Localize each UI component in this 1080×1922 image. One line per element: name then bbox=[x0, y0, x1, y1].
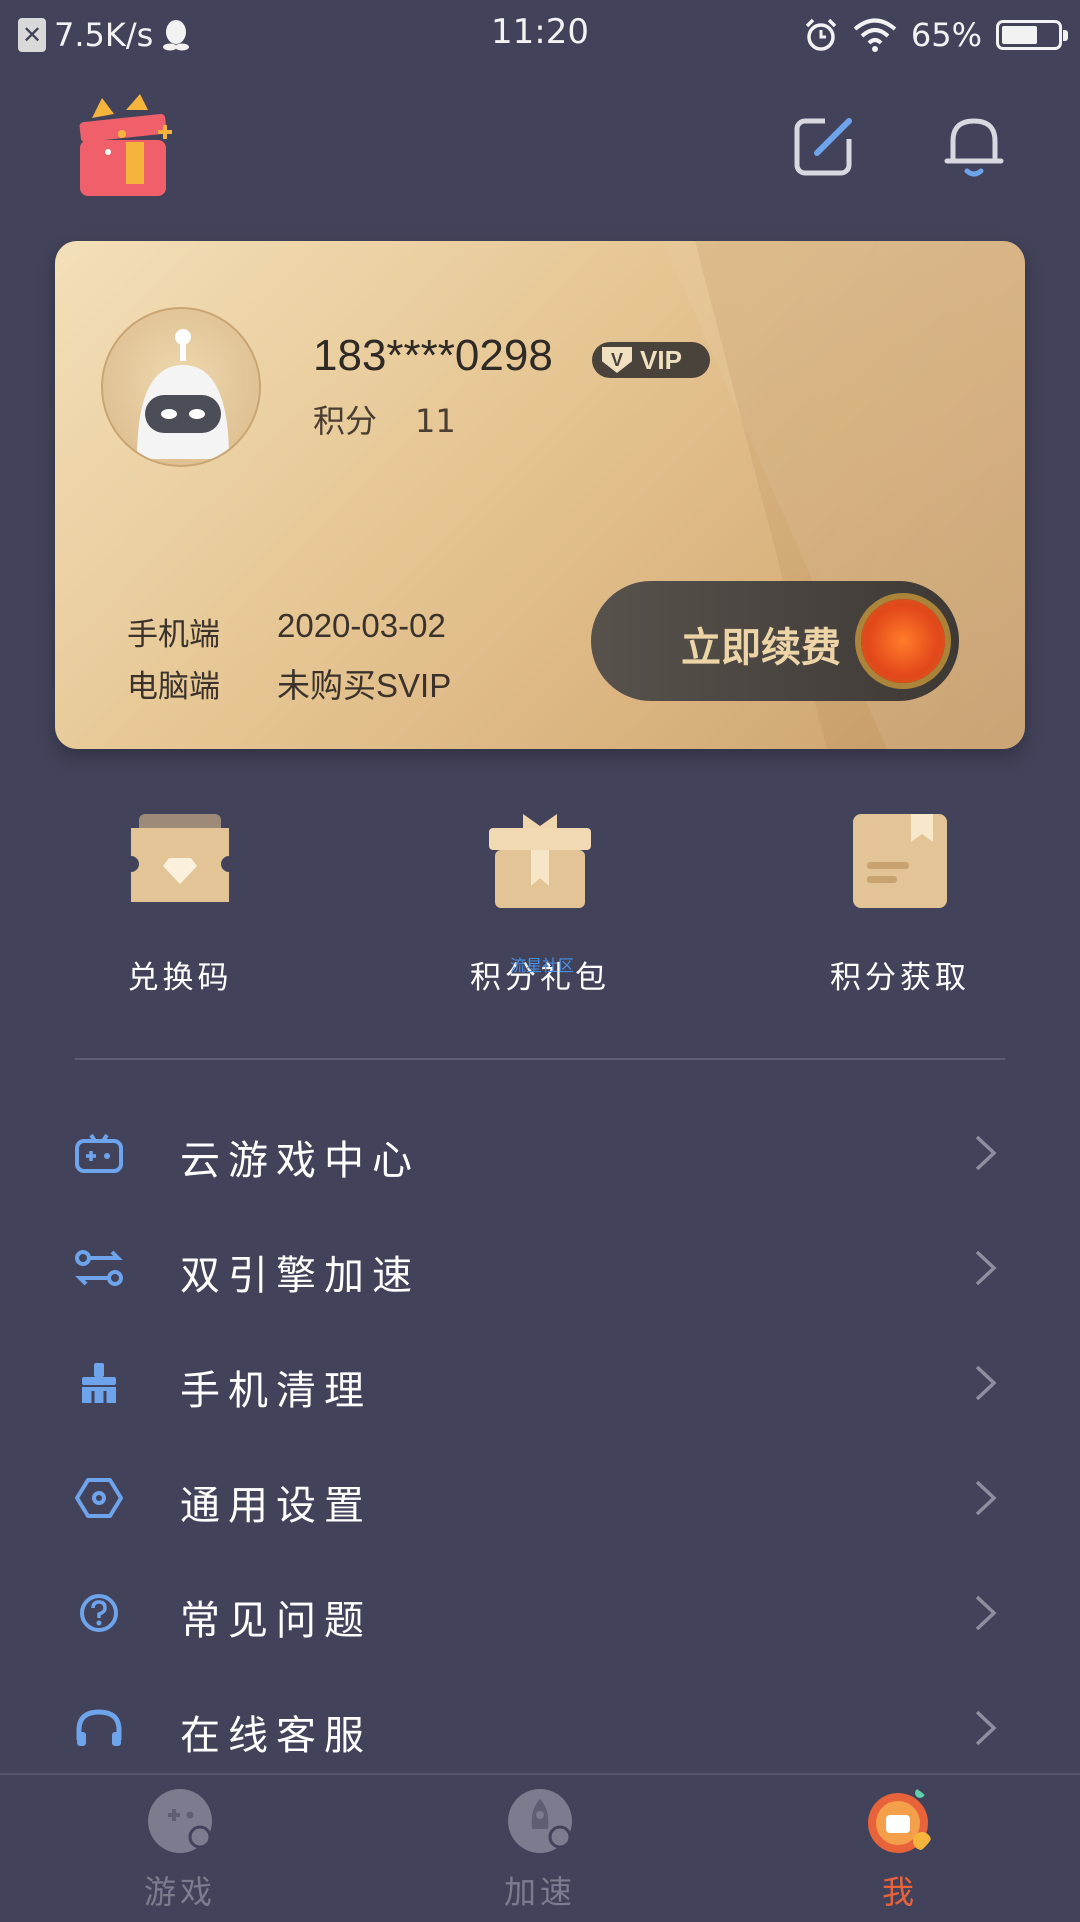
tab-me-label: 我 bbox=[881, 1873, 918, 1911]
menu-dual-engine[interactable]: 双引擎加速 bbox=[0, 1210, 1080, 1325]
chevron-right-icon bbox=[975, 1250, 997, 1286]
tab-accelerate[interactable]: 加速 bbox=[440, 1785, 640, 1913]
bookmark-box-icon bbox=[853, 814, 947, 908]
menu-label: 在线客服 bbox=[180, 1713, 372, 1759]
redeem-code-action[interactable]: 兑换码 bbox=[65, 810, 295, 997]
battery-percent: 65% bbox=[910, 16, 982, 54]
mobile-expiry: 2020-03-02 bbox=[277, 607, 446, 644]
menu-general-settings[interactable]: 通用设置 bbox=[0, 1440, 1080, 1555]
avatar[interactable] bbox=[101, 307, 261, 467]
vip-badge-label: VIP bbox=[640, 344, 682, 375]
tab-me[interactable]: 我 bbox=[800, 1785, 1000, 1913]
menu-label: 通用设置 bbox=[180, 1483, 372, 1529]
chevron-right-icon bbox=[975, 1595, 997, 1631]
status-right: 65% bbox=[803, 12, 1068, 58]
mobile-label: 手机端 bbox=[127, 617, 220, 653]
bottom-nav: 游戏 加速 我 bbox=[0, 1773, 1080, 1922]
tab-games[interactable]: 游戏 bbox=[80, 1785, 280, 1913]
tab-games-label: 游戏 bbox=[143, 1873, 216, 1911]
menu-label: 云游戏中心 bbox=[180, 1138, 420, 1184]
lantern-icon bbox=[861, 599, 945, 683]
menu-label: 常见问题 bbox=[180, 1598, 372, 1644]
vip-v-icon: V bbox=[602, 347, 632, 373]
vip-badge: V VIP bbox=[592, 342, 710, 378]
gift-box-icon[interactable] bbox=[78, 92, 176, 200]
menu-cloud-gaming[interactable]: 云游戏中心 bbox=[0, 1095, 1080, 1210]
chevron-right-icon bbox=[975, 1710, 997, 1746]
battery-fill bbox=[1002, 26, 1038, 44]
menu-phone-cleanup[interactable]: 手机清理 bbox=[0, 1325, 1080, 1440]
battery-icon bbox=[996, 20, 1068, 50]
chevron-right-icon bbox=[975, 1365, 997, 1401]
gamepad-icon bbox=[75, 1133, 123, 1173]
robot-avatar-icon bbox=[137, 329, 229, 459]
renew-button[interactable]: 立即续费 bbox=[591, 581, 959, 701]
alarm-icon bbox=[805, 18, 837, 51]
chevron-right-icon bbox=[975, 1480, 997, 1516]
points-value: 11 bbox=[415, 402, 456, 440]
headset-icon bbox=[76, 1709, 122, 1746]
pc-label: 电脑端 bbox=[127, 669, 220, 705]
earn-points-action[interactable]: 积分获取 bbox=[785, 810, 1015, 997]
menu-faq[interactable]: 常见问题 bbox=[0, 1555, 1080, 1670]
tab-accelerate-label: 加速 bbox=[503, 1873, 576, 1911]
ticket-icon bbox=[131, 814, 229, 902]
points-row: 积分 11 bbox=[313, 396, 456, 442]
points-label: 积分 bbox=[313, 402, 378, 440]
menu-label: 双引擎加速 bbox=[180, 1253, 420, 1299]
gift-icon bbox=[489, 814, 591, 908]
redeem-code-label: 兑换码 bbox=[127, 960, 233, 996]
earn-points-label: 积分获取 bbox=[830, 960, 970, 996]
broom-icon bbox=[82, 1363, 116, 1403]
pc-status: 未购买SVIP bbox=[277, 667, 452, 704]
phone-number: 183****0298 bbox=[313, 331, 553, 380]
menu-label: 手机清理 bbox=[180, 1368, 372, 1414]
status-bar: ✕ 7.5K/s 11:20 65% bbox=[0, 0, 1080, 70]
renew-label: 立即续费 bbox=[681, 625, 841, 671]
bell-icon[interactable] bbox=[943, 113, 1005, 179]
question-icon bbox=[80, 1594, 118, 1632]
watermark: 流星社区 bbox=[510, 956, 575, 975]
rocket-tab-icon bbox=[508, 1789, 572, 1853]
chevron-right-icon bbox=[975, 1135, 997, 1171]
wifi-icon bbox=[853, 18, 897, 52]
divider bbox=[75, 1058, 1005, 1060]
menu-online-support[interactable]: 在线客服 bbox=[0, 1670, 1080, 1785]
hexagon-settings-icon bbox=[75, 1478, 123, 1518]
vip-card: 183****0298 V VIP 积分 11 手机端 2020-03-02 电脑… bbox=[55, 241, 1025, 749]
games-tab-icon bbox=[148, 1789, 212, 1853]
edit-square-icon[interactable] bbox=[793, 115, 855, 177]
me-tab-icon bbox=[868, 1788, 931, 1853]
dual-engine-icon bbox=[75, 1250, 123, 1286]
